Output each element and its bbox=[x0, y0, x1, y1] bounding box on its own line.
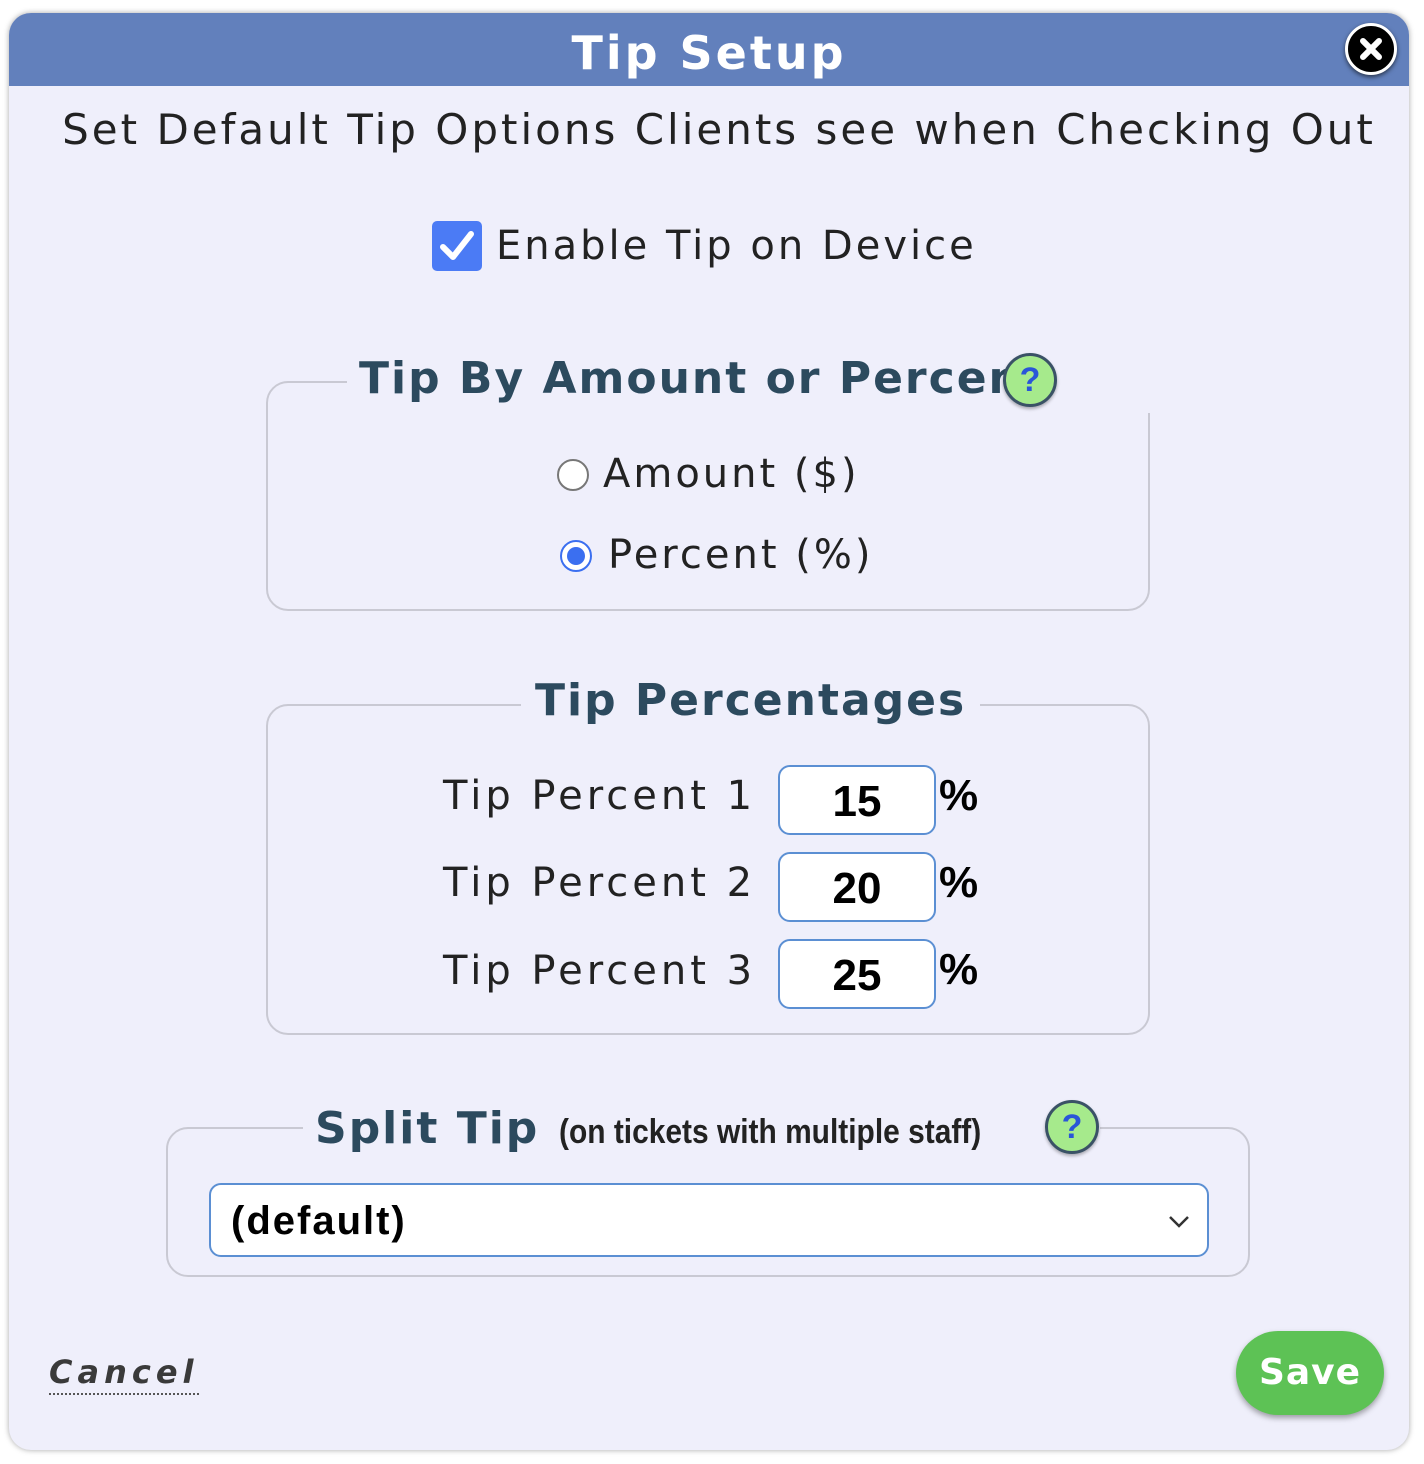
title-bar: Tip Setup bbox=[9, 13, 1409, 86]
split-tip-select[interactable]: (default) bbox=[209, 1183, 1209, 1257]
split-tip-select-value: (default) bbox=[231, 1199, 407, 1243]
tip-percent-3-label: Tip Percent 3 bbox=[443, 948, 757, 994]
tip-percentages-legend: Tip Percentages bbox=[521, 675, 981, 726]
split-tip-legend-text: Split Tip bbox=[315, 1103, 540, 1154]
save-button[interactable]: Save bbox=[1236, 1331, 1384, 1415]
tip-percent-2-label: Tip Percent 2 bbox=[443, 860, 757, 906]
dialog-subtitle: Set Default Tip Options Clients see when… bbox=[62, 105, 1376, 154]
split-tip-legend: Split Tip (on tickets with multiple staf… bbox=[303, 1095, 1101, 1161]
tip-mode-help-icon[interactable]: ? bbox=[1003, 353, 1057, 407]
tip-percent-2-input[interactable]: 20 bbox=[778, 852, 936, 922]
dialog-title: Tip Setup bbox=[571, 26, 847, 80]
cancel-link[interactable]: Cancel bbox=[49, 1353, 199, 1395]
radio-percent-button[interactable] bbox=[560, 540, 592, 572]
checkmark-icon bbox=[440, 231, 474, 260]
split-tip-help-icon[interactable]: ? bbox=[1045, 1100, 1099, 1154]
tip-percent-1-input[interactable]: 15 bbox=[778, 765, 936, 835]
tip-percent-3-unit: % bbox=[939, 945, 979, 994]
tip-percent-1-label: Tip Percent 1 bbox=[443, 773, 757, 819]
radio-amount-button[interactable] bbox=[557, 459, 589, 491]
radio-amount-label: Amount ($) bbox=[603, 451, 860, 497]
tip-setup-dialog: Tip Setup Set Default Tip Options Client… bbox=[9, 13, 1409, 1450]
enable-tip-checkbox[interactable] bbox=[432, 221, 482, 271]
split-tip-legend-note: (on tickets with multiple staff) bbox=[558, 1113, 982, 1151]
radio-percent-label: Percent (%) bbox=[608, 532, 874, 578]
tip-percent-3-input[interactable]: 25 bbox=[778, 939, 936, 1009]
chevron-down-icon bbox=[1169, 1216, 1189, 1228]
tip-percent-2-unit: % bbox=[939, 858, 979, 907]
tip-percent-1-unit: % bbox=[939, 771, 979, 820]
tip-mode-legend-text: Tip By Amount or Percent bbox=[359, 353, 1045, 404]
close-icon[interactable] bbox=[1345, 23, 1397, 75]
enable-tip-label: Enable Tip on Device bbox=[496, 223, 977, 269]
